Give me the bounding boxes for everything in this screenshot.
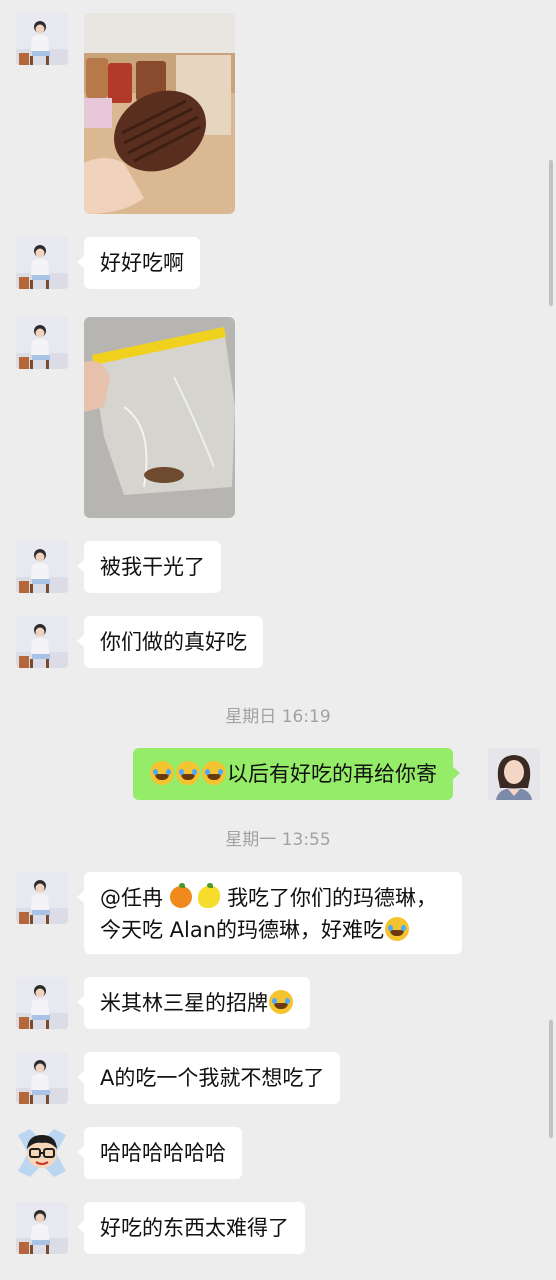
avatar-image — [16, 1052, 68, 1104]
message-bubble[interactable]: 米其林三星的招牌 — [77, 977, 310, 1029]
message-text: A的吃一个我就不想吃了 — [100, 1066, 325, 1090]
avatar-image — [18, 1129, 66, 1177]
message-bubble[interactable]: 好好吃啊 — [77, 237, 200, 289]
message-text: 我吃了你们的玛德琳， — [227, 886, 438, 910]
timestamp-text: 星期日 16:19 — [225, 707, 331, 727]
contact-avatar[interactable] — [16, 616, 68, 668]
message-text: 米其林三星的招牌 — [100, 991, 268, 1015]
avatar-image — [16, 317, 68, 369]
contact-avatar[interactable] — [16, 541, 68, 593]
contact-avatar[interactable] — [16, 1052, 68, 1104]
message-bubble[interactable]: 你们做的真好吃 — [77, 616, 263, 668]
grin-tears-emoji-icon — [385, 917, 410, 941]
avatar-image — [16, 1202, 68, 1254]
mention-text: @任冉 — [100, 886, 163, 910]
message-bubble[interactable]: A的吃一个我就不想吃了 — [76, 1052, 341, 1104]
timestamp-text: 星期一 13:55 — [225, 830, 331, 850]
photo-madeleine[interactable] — [84, 13, 235, 214]
message-bubble[interactable]: 哈哈哈哈哈哈 — [77, 1127, 242, 1179]
scrollbar-thumb[interactable] — [549, 160, 553, 306]
contact-avatar[interactable] — [16, 13, 68, 65]
message-text: 今天吃 Alan的玛德琳，好难吃 — [100, 918, 385, 942]
message-text: 被我干光了 — [100, 555, 205, 579]
grin-tears-emoji-icon — [176, 761, 200, 785]
contact-avatar[interactable] — [16, 317, 68, 369]
avatar-image — [488, 748, 540, 800]
timestamp: 星期日 16:19 — [0, 702, 556, 727]
scrollbar-thumb[interactable] — [549, 1020, 553, 1138]
message-text: 你们做的真好吃 — [100, 630, 247, 654]
message-bubble[interactable]: 被我干光了 — [77, 541, 221, 593]
timestamp: 星期一 13:55 — [0, 825, 556, 850]
tangerine-emoji-icon — [169, 883, 192, 908]
avatar-image — [16, 541, 68, 593]
message-bubble[interactable]: 好吃的东西太难得了 — [77, 1202, 305, 1254]
cartoon-avatar[interactable] — [16, 1127, 68, 1179]
avatar-image — [16, 872, 68, 924]
bag-image — [84, 317, 235, 518]
lemon-emoji-icon — [198, 883, 221, 908]
photo-bag[interactable] — [84, 317, 235, 518]
contact-avatar[interactable] — [16, 1202, 68, 1254]
contact-avatar[interactable] — [16, 237, 68, 289]
madeleine-image — [84, 13, 235, 214]
message-bubble[interactable]: @任冉 我吃了你们的玛德琳， 今天吃 Alan的玛德琳，好难吃 — [77, 872, 462, 954]
message-text: 以后有好吃的再给你寄 — [227, 762, 437, 786]
contact-avatar[interactable] — [16, 977, 68, 1029]
avatar-image — [16, 237, 68, 289]
contact-avatar[interactable] — [16, 872, 68, 924]
grin-tears-emoji-icon — [150, 761, 174, 785]
avatar-image — [16, 977, 68, 1029]
message-line-2: 今天吃 Alan的玛德琳，好难吃 — [100, 914, 446, 946]
message-line-1: @任冉 我吃了你们的玛德琳， — [100, 882, 446, 914]
message-text: 好好吃啊 — [100, 251, 184, 275]
avatar-image — [16, 13, 68, 65]
grin-tears-emoji-icon — [202, 761, 226, 785]
message-bubble-outgoing[interactable]: 以后有好吃的再给你寄 — [133, 748, 460, 800]
grin-tears-emoji-icon — [269, 990, 293, 1014]
avatar-image — [16, 616, 68, 668]
message-text: 哈哈哈哈哈哈 — [100, 1141, 226, 1165]
my-avatar[interactable] — [488, 748, 540, 800]
message-text: 好吃的东西太难得了 — [100, 1216, 289, 1240]
